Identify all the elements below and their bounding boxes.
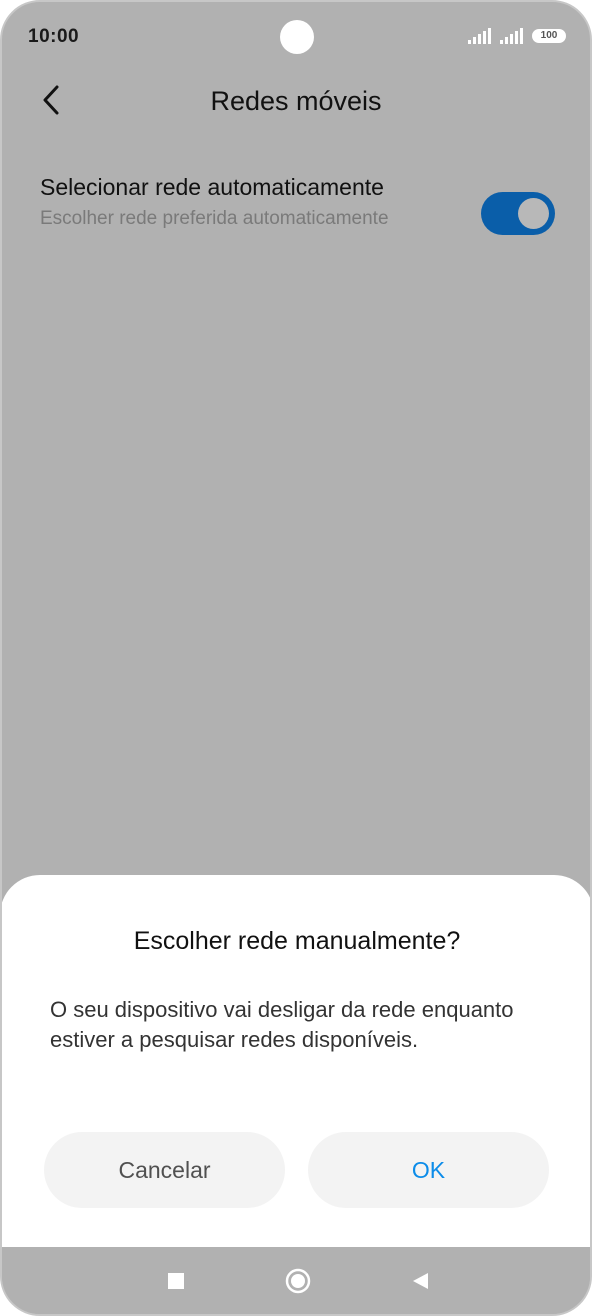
auto-network-toggle[interactable] [481, 192, 555, 235]
phone-screen: 10:00 100 Redes móveis Selecionar rede a… [0, 0, 592, 1316]
manual-network-dialog: Escolher rede manualmente? O seu disposi… [2, 875, 590, 1247]
cancel-button[interactable]: Cancelar [44, 1132, 285, 1208]
status-bar: 10:00 100 [2, 2, 590, 72]
auto-network-setting-row[interactable]: Selecionar rede automaticamente Escolher… [2, 162, 590, 262]
status-icons: 100 [468, 28, 566, 44]
dialog-message: O seu dispositivo vai desligar da rede e… [50, 997, 514, 1052]
battery-level: 100 [540, 30, 558, 41]
page-title: Redes móveis [210, 86, 382, 116]
dialog-title: Escolher rede manualmente? [133, 927, 461, 955]
recents-button[interactable] [162, 1269, 190, 1297]
signal-icon [500, 28, 524, 44]
status-time: 10:00 [28, 26, 80, 47]
nav-back-button[interactable] [406, 1269, 434, 1297]
recents-square-icon [166, 1271, 186, 1296]
app-header: Redes móveis [2, 72, 590, 132]
back-triangle-icon [409, 1270, 431, 1297]
setting-subtitle: Escolher rede preferida automaticamente [40, 208, 389, 229]
home-circle-icon [284, 1267, 312, 1300]
battery-icon: 100 [532, 29, 566, 43]
ok-button[interactable]: OK [308, 1132, 549, 1208]
camera-cutout [280, 20, 314, 54]
navigation-bar [2, 1247, 590, 1314]
home-button[interactable] [284, 1267, 312, 1300]
toggle-knob [518, 198, 549, 229]
signal-icon [468, 28, 492, 44]
setting-title: Selecionar rede automaticamente [40, 174, 384, 200]
